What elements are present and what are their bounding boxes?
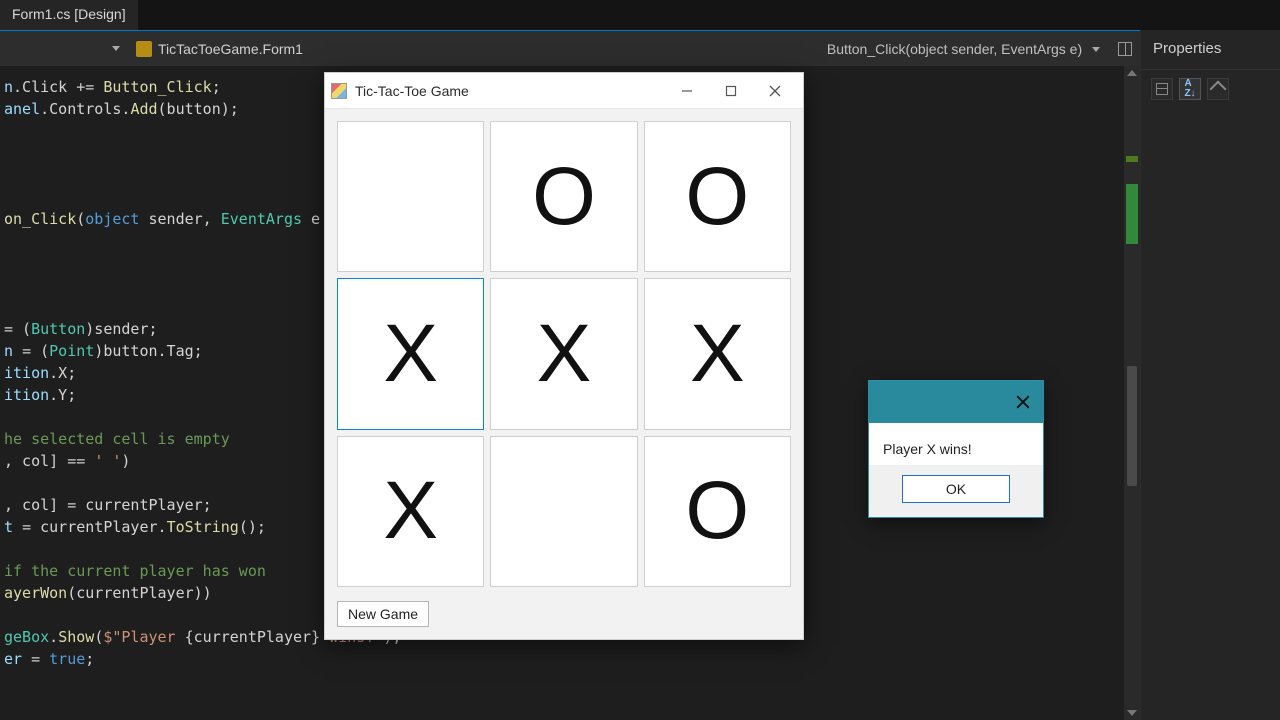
close-icon[interactable] xyxy=(753,76,797,106)
method-selector[interactable]: Button_Click(object sender, EventArgs e) xyxy=(821,41,1106,57)
maximize-icon[interactable] xyxy=(709,76,753,106)
board-cell-3[interactable]: X xyxy=(337,278,484,429)
panel-title: Properties xyxy=(1141,30,1280,70)
properties-panel: Properties AZ↓ xyxy=(1140,30,1280,720)
method-selector-label: Button_Click(object sender, EventArgs e) xyxy=(827,41,1082,57)
board-cell-0[interactable] xyxy=(337,121,484,272)
board-cell-6[interactable]: X xyxy=(337,436,484,587)
scroll-down-icon[interactable] xyxy=(1127,710,1137,716)
board-cell-2[interactable]: O xyxy=(644,121,791,272)
board-cell-7[interactable] xyxy=(490,436,637,587)
board-cell-4[interactable]: X xyxy=(490,278,637,429)
message-box-text: Player X wins! xyxy=(869,423,1043,465)
scroll-up-icon[interactable] xyxy=(1127,70,1137,76)
chevron-down-icon xyxy=(1092,47,1100,52)
scrollbar-marker xyxy=(1126,156,1138,162)
close-icon[interactable] xyxy=(1011,390,1035,414)
message-box: Player X wins! OK xyxy=(868,380,1044,518)
window-body: OOXXXXO New Game xyxy=(325,109,803,639)
document-tabstrip: Form1.cs [Design] xyxy=(0,0,1280,30)
message-box-titlebar[interactable] xyxy=(869,381,1043,423)
ok-button[interactable]: OK xyxy=(902,475,1010,503)
minimize-icon[interactable] xyxy=(665,76,709,106)
vertical-scrollbar[interactable] xyxy=(1124,66,1140,720)
split-editor-icon[interactable] xyxy=(1118,42,1132,56)
window-title: Tic-Tac-Toe Game xyxy=(355,83,665,99)
board-cell-8[interactable]: O xyxy=(644,436,791,587)
csharp-class-icon xyxy=(136,41,152,57)
alphabetical-sort-icon[interactable]: AZ↓ xyxy=(1179,78,1201,100)
tictactoe-window: Tic-Tac-Toe Game OOXXXXO New Game xyxy=(324,72,804,640)
scrollbar-marker xyxy=(1126,184,1138,244)
class-selector-label: TicTacToeGame.Form1 xyxy=(158,41,303,57)
dropdown-icon[interactable] xyxy=(112,46,120,51)
app-icon xyxy=(331,83,347,99)
document-tab[interactable]: Form1.cs [Design] xyxy=(0,0,138,30)
class-selector[interactable]: TicTacToeGame.Form1 xyxy=(136,41,303,57)
message-box-footer: OK xyxy=(869,465,1043,517)
editor-navigation-bar: TicTacToeGame.Form1 Button_Click(object … xyxy=(0,30,1140,66)
window-titlebar[interactable]: Tic-Tac-Toe Game xyxy=(325,73,803,109)
game-board: OOXXXXO xyxy=(337,121,791,587)
properties-toolbar: AZ↓ xyxy=(1141,70,1280,108)
scrollbar-thumb[interactable] xyxy=(1127,366,1137,486)
board-cell-1[interactable]: O xyxy=(490,121,637,272)
categorized-icon[interactable] xyxy=(1151,78,1173,100)
wrench-icon[interactable] xyxy=(1207,78,1229,100)
board-cell-5[interactable]: X xyxy=(644,278,791,429)
new-game-button[interactable]: New Game xyxy=(337,601,429,627)
